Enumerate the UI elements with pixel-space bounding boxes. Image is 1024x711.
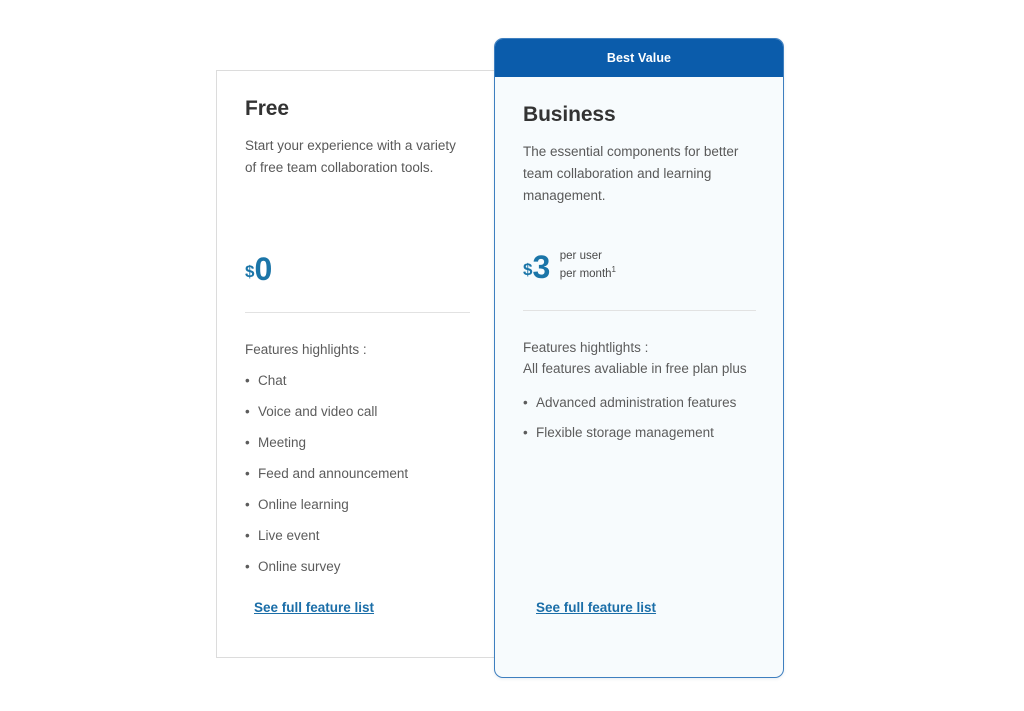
bullet-icon: •	[245, 466, 250, 481]
list-item: • Feed and announcement	[245, 466, 468, 481]
bullet-icon: •	[245, 528, 250, 543]
free-card-body: Free Start your experience with a variet…	[217, 71, 496, 574]
list-item: • Flexible storage management	[523, 425, 755, 440]
divider-business	[523, 309, 756, 311]
pricing-card-free[interactable]: Free Start your experience with a variet…	[216, 70, 497, 658]
bullet-icon: •	[523, 424, 528, 440]
currency-symbol-business: $	[523, 259, 533, 279]
pricing-plans-stage: Free Start your experience with a variet…	[0, 0, 1024, 711]
list-item: • Chat	[245, 373, 468, 388]
feature-label: Feed and announcement	[258, 466, 409, 481]
list-item: • Online survey	[245, 559, 468, 574]
pricing-card-business[interactable]: Best Value Business The essential compon…	[494, 38, 784, 678]
currency-symbol-free: $	[245, 262, 255, 281]
feature-label: Chat	[258, 373, 287, 388]
bullet-icon: •	[523, 394, 528, 410]
best-value-badge: Best Value	[495, 39, 783, 77]
feature-label: Voice and video call	[258, 404, 378, 419]
feature-label: Online survey	[258, 559, 341, 574]
bullet-icon: •	[245, 404, 250, 419]
features-heading-free: Features highlights :	[245, 342, 367, 357]
list-item: • Live event	[245, 528, 468, 543]
feature-label: Meeting	[258, 435, 307, 450]
price-block-business: $ 3 per user per month1	[523, 249, 755, 283]
see-full-feature-list-link-business[interactable]: See full feature list	[536, 600, 656, 615]
price-unit-business: per user per month1	[560, 249, 616, 283]
list-item: • Voice and video call	[245, 404, 468, 419]
bullet-icon: •	[245, 435, 250, 450]
see-full-feature-list-link-free[interactable]: See full feature list	[254, 600, 374, 615]
feature-label: Advanced administration features	[536, 394, 737, 410]
features-subheading-business: All features avaliable in free plan plus	[523, 360, 747, 376]
list-item: • Meeting	[245, 435, 468, 450]
plan-title-free: Free	[245, 97, 289, 120]
price-footnote-marker: 1	[611, 265, 616, 274]
feature-list-free: • Chat • Voice and video call • Meeting …	[245, 373, 468, 574]
business-card-body: Business The essential components for be…	[495, 77, 783, 440]
bullet-icon: •	[245, 559, 250, 574]
plan-description-free: Start your experience with a variety of …	[245, 138, 456, 175]
feature-list-business: • Advanced administration features • Fle…	[523, 395, 755, 440]
price-unit-line2: per month	[559, 267, 612, 280]
plan-description-business: The essential components for better team…	[523, 144, 739, 203]
bullet-icon: •	[245, 497, 250, 512]
price-block-free: $ 0	[245, 253, 468, 285]
price-amount-business: 3	[532, 248, 550, 285]
price-unit-line1: per user	[559, 250, 602, 262]
list-item: • Online learning	[245, 497, 468, 512]
feature-label: Live event	[258, 528, 320, 543]
price-amount-free: 0	[254, 251, 272, 287]
divider-free	[245, 312, 470, 313]
plan-title-business: Business	[523, 103, 616, 126]
feature-label: Online learning	[258, 497, 349, 512]
features-heading-business: Features hightlights :	[523, 339, 649, 355]
list-item: • Advanced administration features	[523, 395, 755, 410]
feature-label: Flexible storage management	[536, 424, 714, 440]
bullet-icon: •	[245, 373, 250, 388]
